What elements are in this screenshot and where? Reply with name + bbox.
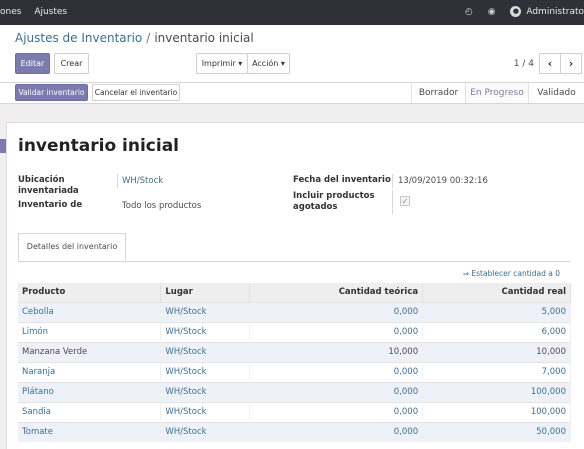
date-label: Fecha del inventario	[293, 175, 391, 185]
control-panel: Ajustes de Inventario / inventario inicial…	[0, 25, 584, 83]
location-field[interactable]: WH/Stock	[122, 176, 163, 186]
field-divider	[392, 190, 393, 214]
pager-value[interactable]: 1 / 4	[514, 59, 534, 69]
date-field[interactable]: 13/09/2019 00:32:16	[398, 176, 488, 186]
menu-item-ajustes[interactable]: Ajustes	[34, 7, 67, 17]
user-name[interactable]: Administrato	[526, 7, 584, 17]
theoretical-qty-cell[interactable]: 0,000	[249, 321, 424, 342]
breadcrumb: Ajustes de Inventario / inventario inicial	[15, 31, 254, 45]
inventory-of-label: Inventario de	[18, 200, 83, 210]
theoretical-qty-cell[interactable]: 10,000	[249, 341, 424, 362]
table-row[interactable]: Sandia WH/Stock 0,000 100,000	[18, 401, 571, 422]
create-button[interactable]: Crear	[54, 53, 89, 74]
theoretical-qty-cell[interactable]: 0,000	[249, 421, 424, 442]
top-navbar: ones Ajustes ◴ ◉ ● Administrato	[0, 0, 584, 25]
location-cell[interactable]: WH/Stock	[160, 361, 251, 382]
real-qty-cell[interactable]: 7,000	[422, 361, 571, 382]
table-row[interactable]: Manzana Verde WH/Stock 10,000 10,000	[18, 341, 571, 362]
form-sheet: inventario inicial Ubicación inventariad…	[6, 122, 584, 449]
real-qty-cell[interactable]: 100,000	[422, 401, 571, 422]
theoretical-qty-cell[interactable]: 0,000	[249, 361, 424, 382]
real-qty-cell[interactable]: 100,000	[422, 381, 571, 402]
table-header-row: Producto Lugar Cantidad teórica Cantidad…	[18, 283, 571, 302]
location-cell[interactable]: WH/Stock	[160, 401, 251, 422]
location-cell[interactable]: WH/Stock	[160, 301, 251, 322]
set-quantity-zero-link[interactable]: ⇒ Establecer cantidad a 0	[463, 269, 560, 278]
pager-previous-button[interactable]: ‹	[539, 53, 561, 74]
checkbox-check-icon: ✓	[401, 197, 409, 206]
systray: ◴ ◉ ● Administrato	[465, 6, 584, 17]
form-statusbar: Validar inventario Cancelar el inventari…	[0, 83, 584, 104]
table-row[interactable]: Plátano WH/Stock 0,000 100,000	[18, 381, 571, 402]
product-cell[interactable]: Plátano	[18, 381, 162, 402]
location-cell[interactable]: WH/Stock	[160, 321, 251, 342]
column-header-theoretical[interactable]: Cantidad teórica	[249, 283, 424, 302]
real-qty-cell[interactable]: 6,000	[422, 321, 571, 342]
validate-inventory-button[interactable]: Validar inventario	[15, 84, 88, 101]
real-qty-cell[interactable]: 50,000	[422, 421, 571, 442]
edit-button[interactable]: Editar	[15, 53, 50, 74]
table-row[interactable]: Cebolla WH/Stock 0,000 5,000	[18, 301, 571, 322]
column-header-real[interactable]: Cantidad real	[422, 283, 571, 302]
product-cell[interactable]: Manzana Verde	[18, 341, 162, 362]
real-qty-cell[interactable]: 10,000	[422, 341, 571, 362]
column-header-location[interactable]: Lugar	[160, 283, 251, 302]
inventory-lines-table: Producto Lugar Cantidad teórica Cantidad…	[18, 283, 571, 442]
include-exhausted-checkbox[interactable]: ✓	[400, 196, 410, 206]
table-row[interactable]: Naranja WH/Stock 0,000 7,000	[18, 361, 571, 382]
product-cell[interactable]: Cebolla	[18, 301, 162, 322]
tab-inventory-details[interactable]: Detalles del inventario	[18, 233, 126, 261]
table-row[interactable]: Limón WH/Stock 0,000 6,000	[18, 321, 571, 342]
tab-divider	[18, 261, 571, 262]
theoretical-qty-cell[interactable]: 0,000	[249, 381, 424, 402]
stage-validado: Validado	[528, 83, 584, 103]
product-cell[interactable]: Sandia	[18, 401, 162, 422]
chat-icon[interactable]: ◉	[488, 7, 496, 17]
print-dropdown[interactable]: Imprimir ▾	[196, 53, 248, 74]
action-dropdown[interactable]: Acción ▾	[247, 53, 290, 74]
top-menu: ones Ajustes	[0, 7, 77, 17]
breadcrumb-separator: /	[146, 31, 151, 45]
inventory-of-field[interactable]: Todo los productos	[122, 201, 201, 211]
field-divider	[117, 174, 118, 188]
product-cell[interactable]: Limón	[18, 321, 162, 342]
stage-en-progreso: En Progreso	[465, 83, 528, 103]
stage-borrador: Borrador	[411, 83, 465, 103]
column-header-product[interactable]: Producto	[18, 283, 162, 302]
pager-next-button[interactable]: ›	[560, 53, 582, 74]
record-title: inventario inicial	[18, 136, 180, 156]
include-exhausted-label: Incluir productos agotados	[293, 191, 375, 212]
location-cell[interactable]: WH/Stock	[160, 341, 251, 362]
theoretical-qty-cell[interactable]: 0,000	[249, 301, 424, 322]
table-row[interactable]: Tomate WH/Stock 0,000 50,000	[18, 421, 571, 442]
location-cell[interactable]: WH/Stock	[160, 381, 251, 402]
product-cell[interactable]: Naranja	[18, 361, 162, 382]
breadcrumb-current: inventario inicial	[154, 31, 254, 45]
location-label: Ubicación inventariada	[18, 175, 79, 196]
theoretical-qty-cell[interactable]: 0,000	[249, 401, 424, 422]
menu-item-apps[interactable]: ones	[0, 7, 21, 17]
real-qty-cell[interactable]: 5,000	[422, 301, 571, 322]
product-cell[interactable]: Tomate	[18, 421, 162, 442]
cancel-inventory-button[interactable]: Cancelar el inventario	[92, 84, 180, 101]
field-divider	[392, 174, 393, 188]
location-cell[interactable]: WH/Stock	[160, 421, 251, 442]
clock-icon[interactable]: ◴	[465, 7, 473, 17]
avatar-icon[interactable]: ●	[510, 6, 522, 17]
breadcrumb-parent[interactable]: Ajustes de Inventario	[15, 31, 142, 45]
